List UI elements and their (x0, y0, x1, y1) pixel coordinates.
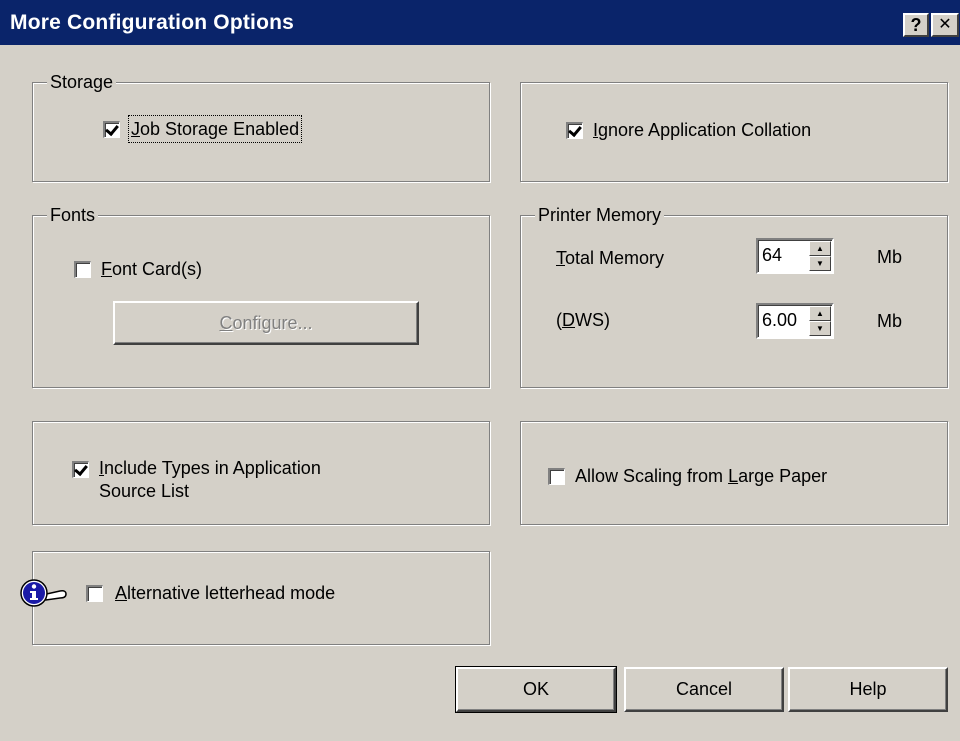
spin-down-icon[interactable]: ▼ (809, 321, 831, 336)
dws-label: (DWS) (556, 310, 610, 330)
include-types-checkbox[interactable] (72, 461, 89, 478)
allow-scaling-checkbox-row[interactable]: Allow Scaling from Large Paper (548, 464, 827, 488)
font-cards-label: Font Card(s) (101, 259, 203, 279)
allow-scaling-checkbox[interactable] (548, 467, 565, 485)
info-pointer-icon (20, 579, 67, 607)
cancel-button[interactable]: Cancel (624, 667, 784, 712)
letterhead-label: Alternative letterhead mode (115, 583, 336, 603)
job-storage-label: Job Storage Enabled (127, 115, 303, 143)
letterhead-checkbox[interactable] (86, 584, 103, 602)
include-types-checkbox-row[interactable]: Include Types in Application Source List (72, 457, 321, 503)
dws-unit: Mb (877, 311, 903, 331)
storage-legend: Storage (47, 71, 117, 93)
font-cards-checkbox[interactable] (74, 260, 91, 278)
title-bar: More Configuration Options ? ✕ (0, 0, 960, 47)
total-memory-value[interactable]: 64 (762, 245, 782, 266)
spin-up-icon[interactable]: ▲ (809, 306, 831, 321)
include-types-label: Include Types in Application Source List (99, 458, 321, 501)
printer-memory-group: Printer Memory (520, 204, 948, 388)
help-label: Help (849, 679, 887, 699)
dws-value[interactable]: 6.00 (762, 310, 797, 331)
spin-up-icon[interactable]: ▲ (809, 241, 831, 256)
job-storage-checkbox-row[interactable]: Job Storage Enabled (103, 115, 303, 143)
configure-label: Configure... (219, 312, 313, 333)
printer-memory-legend: Printer Memory (535, 204, 665, 226)
total-memory-spinner[interactable]: 64 ▲ ▼ (756, 238, 834, 274)
total-memory-label: Total Memory (556, 248, 665, 268)
help-icon[interactable]: ? (903, 13, 929, 37)
total-memory-unit: Mb (877, 247, 903, 267)
configure-button[interactable]: Configure... (113, 301, 419, 345)
job-storage-checkbox[interactable] (103, 120, 120, 138)
dws-spinner[interactable]: 6.00 ▲ ▼ (756, 303, 834, 339)
font-cards-checkbox-row[interactable]: Font Card(s) (74, 257, 202, 281)
ignore-collation-checkbox[interactable] (566, 121, 583, 139)
ok-label: OK (522, 679, 549, 699)
cancel-label: Cancel (675, 679, 733, 699)
window-title: More Configuration Options (10, 11, 295, 34)
ok-button[interactable]: OK (455, 666, 617, 713)
letterhead-checkbox-row[interactable]: Alternative letterhead mode (86, 581, 335, 605)
ignore-collation-checkbox-row[interactable]: Ignore Application Collation (566, 118, 811, 142)
ignore-collation-label: Ignore Application Collation (593, 120, 812, 140)
close-icon[interactable]: ✕ (931, 13, 959, 37)
spin-down-icon[interactable]: ▼ (809, 256, 831, 271)
fonts-legend: Fonts (47, 204, 99, 226)
help-button[interactable]: Help (788, 667, 948, 712)
allow-scaling-label: Allow Scaling from Large Paper (575, 466, 828, 486)
